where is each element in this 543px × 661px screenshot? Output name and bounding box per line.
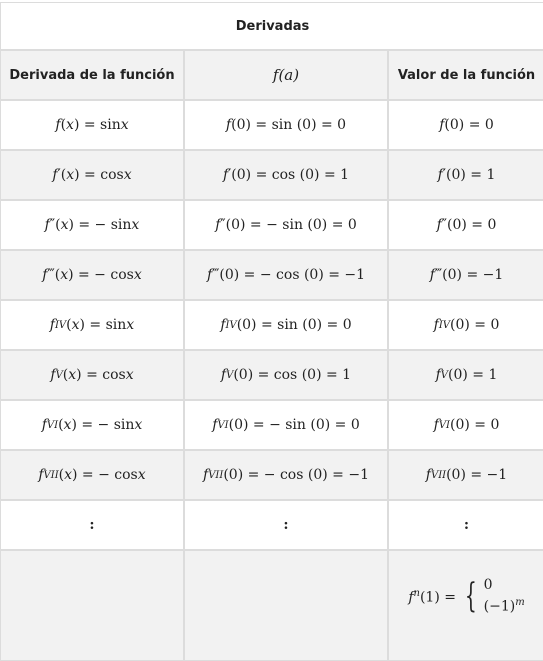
table-cell: f ‴(0) = −1	[388, 250, 543, 300]
table-cell: f(x) = sin x	[0, 100, 184, 150]
table-cell: f IV (0) = sin (0) = 0	[184, 300, 388, 350]
table-cell: f ‴(x) = − cos x	[0, 250, 184, 300]
table-cell: :	[388, 500, 543, 550]
table-cell: f ′(x) = cos x	[0, 150, 184, 200]
column-header: Valor de la función	[388, 50, 543, 100]
table-cell: f ′(0) = 1	[388, 150, 543, 200]
table-cell: f ″(0) = − sin (0) = 0	[184, 200, 388, 250]
table-cell: f (0) = 0	[388, 100, 543, 150]
table-cell	[0, 550, 184, 661]
table-cell: f V(x) = cos x	[0, 350, 184, 400]
table-cell: f IV (0) = 0	[388, 300, 543, 350]
table-cell: f IV(x) = sin x	[0, 300, 184, 350]
table-cell: f VI (0) = 0	[388, 400, 543, 450]
table-cell: f VII (0) = −1	[388, 450, 543, 500]
column-header: f(a)	[184, 50, 388, 100]
table-cell: f VI(x) = − sin x	[0, 400, 184, 450]
table-cell: f ‴(0) = − cos (0) = −1	[184, 250, 388, 300]
table-cell: f ′(0) = cos (0) = 1	[184, 150, 388, 200]
table-cell: f VII (0) = − cos (0) = −1	[184, 450, 388, 500]
table-cell: :	[0, 500, 184, 550]
table-cell: f (0) = sin (0) = 0	[184, 100, 388, 150]
table-cell	[184, 550, 388, 661]
piecewise-formula: fn(1) = {0 (−1)m	[408, 577, 524, 616]
table-cell: f V (0) = cos (0) = 1	[184, 350, 388, 400]
formula-lhs: fn(1) =	[408, 587, 456, 606]
case-1: 0	[483, 577, 493, 593]
column-header: Derivada de la función	[0, 50, 184, 100]
table-cell: f VI (0) = − sin (0) = 0	[184, 400, 388, 450]
table-cell: f V (0) = 1	[388, 350, 543, 400]
table-cell: f VII(x) = − cos x	[0, 450, 184, 500]
left-brace-icon: {	[464, 576, 477, 617]
case-2: (−1)m	[483, 597, 525, 615]
table-title: Derivadas	[0, 2, 543, 50]
piecewise-formula-cell: fn(1) = {0 (−1)m	[388, 550, 543, 661]
table-cell: f ″(x) = − sin x	[0, 200, 184, 250]
table-cell: :	[184, 500, 388, 550]
table-cell: f ″(0) = 0	[388, 200, 543, 250]
